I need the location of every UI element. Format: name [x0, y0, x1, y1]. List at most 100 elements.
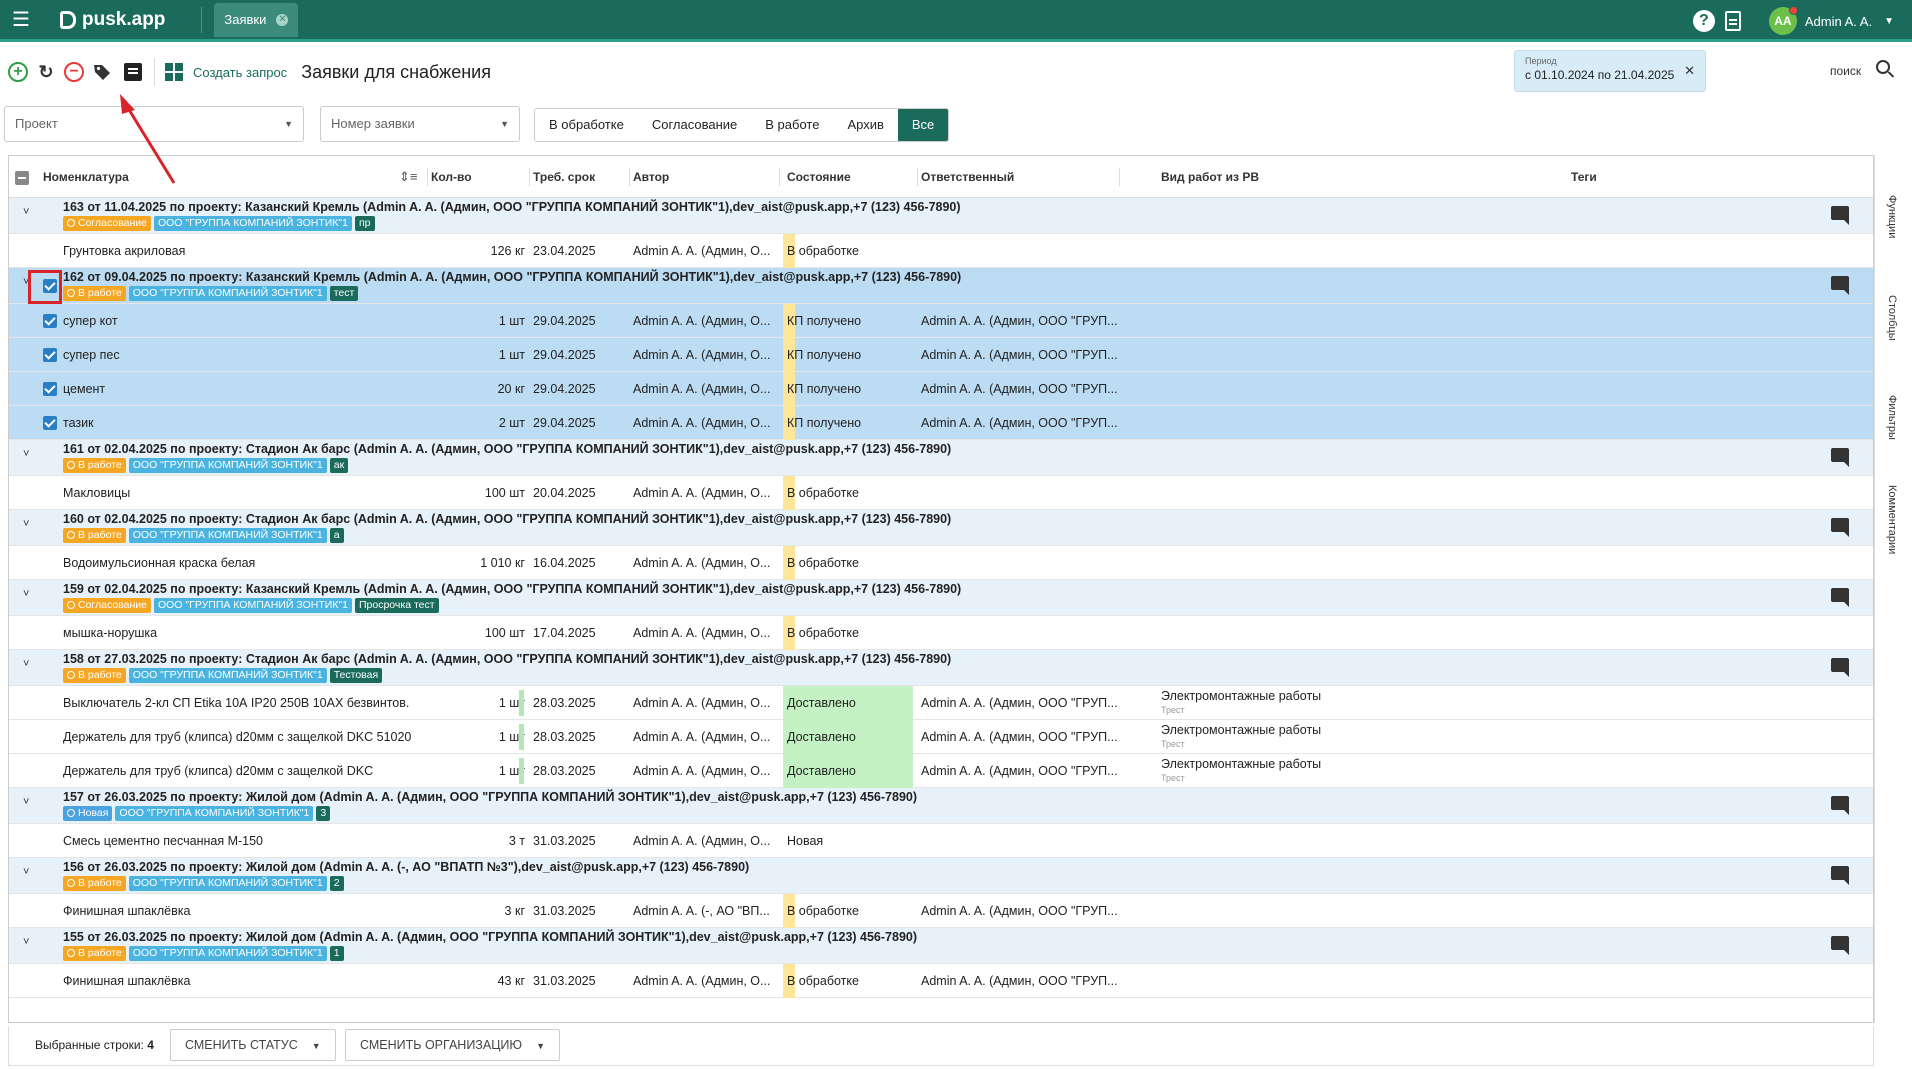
item-state: Доставлено [787, 696, 856, 710]
row-checkbox[interactable] [43, 416, 57, 430]
app-logo[interactable]: pusk.app [60, 9, 165, 31]
comments-icon[interactable] [1831, 276, 1849, 295]
chevron-down-icon[interactable]: ˅ [23, 658, 29, 670]
table-row[interactable]: цемент 20 кг 29.04.2025 Admin A. A. (Админ,… [9, 372, 1873, 406]
row-checkbox[interactable] [43, 382, 57, 396]
create-request-button[interactable]: Создать запрос [193, 65, 287, 80]
menu-icon[interactable]: ☰ [12, 10, 32, 30]
column-separator[interactable] [629, 168, 630, 186]
comments-icon[interactable] [1831, 658, 1849, 677]
table-row[interactable]: Смесь цементно песчанная М-150 3 т 31.03.2… [9, 824, 1873, 858]
chevron-down-icon[interactable]: ˅ [23, 588, 29, 600]
segment-1[interactable]: Согласование [638, 109, 751, 141]
group-row[interactable]: ˅ 162 от 09.04.2025 по проекту: Казанский… [9, 268, 1873, 304]
sort-icon[interactable]: ⇕≡ [399, 156, 417, 198]
change-organization-button[interactable]: СМЕНИТЬ ОРГАНИЗАЦИЮ ▼ [345, 1029, 560, 1061]
table-row[interactable]: тазик 2 шт 29.04.2025 Admin A. A. (Админ, О… [9, 406, 1873, 440]
help-icon[interactable]: ? [1692, 10, 1715, 32]
table-row[interactable]: Макловицы 100 шт 20.04.2025 Admin A. A. (Ад… [9, 476, 1873, 510]
search-icon[interactable] [1876, 60, 1890, 74]
chevron-down-icon[interactable]: ˅ [23, 206, 29, 218]
segment-3[interactable]: Архив [833, 109, 897, 141]
group-row[interactable]: ˅ 157 от 26.03.2025 по проекту: Жилой дом… [9, 788, 1873, 824]
table-row[interactable]: Финишная шпаклёвка 43 кг 31.03.2025 Admin A… [9, 964, 1873, 998]
item-author: Admin A. A. (-, АО "ВП... [633, 904, 770, 918]
row-checkbox[interactable] [43, 314, 57, 328]
chevron-down-icon[interactable]: ˅ [23, 936, 29, 948]
comments-icon[interactable] [1831, 448, 1849, 467]
tab-requests[interactable]: Заявки ✕ [214, 2, 299, 37]
period-chip[interactable]: Период с 01.10.2024 по 21.04.2025 ✕ [1514, 50, 1706, 92]
column-header-tags[interactable]: Теги [1571, 156, 1597, 198]
comments-icon[interactable] [1831, 936, 1849, 955]
project-select[interactable]: Проект ▼ [4, 106, 304, 142]
change-status-button[interactable]: СМЕНИТЬ СТАТУС ▼ [170, 1029, 336, 1061]
refresh-icon[interactable]: ↻ [36, 62, 56, 82]
column-header-responsible[interactable]: Ответственный [921, 156, 1014, 198]
clear-period-icon[interactable]: ✕ [1684, 63, 1695, 79]
table-row[interactable]: Водоимульсионная краска белая 1 010 кг 16.… [9, 546, 1873, 580]
tag-badge: 1 [329, 946, 344, 961]
column-header-qty[interactable]: Кол-во [431, 156, 472, 198]
user-name[interactable]: Admin A. A. [1805, 14, 1872, 29]
status-badge: Согласование [63, 598, 151, 613]
table-row[interactable]: Держатель для труб (клипса) d20мм с заще… [9, 720, 1873, 754]
select-all-checkbox[interactable] [15, 171, 29, 185]
segment-2[interactable]: В работе [751, 109, 833, 141]
column-header-due[interactable]: Треб. срок [533, 156, 595, 198]
add-icon[interactable]: + [8, 62, 28, 82]
column-separator[interactable] [529, 168, 530, 186]
table-row[interactable]: Держатель для труб (клипса) d20мм с заще… [9, 754, 1873, 788]
comments-icon[interactable] [1831, 588, 1849, 607]
chevron-down-icon[interactable]: ▼ [1884, 16, 1894, 27]
table-row[interactable]: мышка-норушка 100 шт 17.04.2025 Admin A. A.… [9, 616, 1873, 650]
segment-0[interactable]: В обработке [535, 109, 638, 141]
table-row[interactable]: Грунтовка акриловая 126 кг 23.04.2025 Admin… [9, 234, 1873, 268]
table-row[interactable]: супер пес 1 шт 29.04.2025 Admin A. A. (Адми… [9, 338, 1873, 372]
segment-4[interactable]: Все [897, 109, 949, 141]
item-quantity: 3 т [508, 834, 525, 848]
group-row[interactable]: ˅ 158 от 27.03.2025 по проекту: Стадион А… [9, 650, 1873, 686]
sidebar-tab-columns[interactable]: Столбцы [1886, 295, 1898, 341]
group-row[interactable]: ˅ 156 от 26.03.2025 по проекту: Жилой дом… [9, 858, 1873, 894]
list-icon[interactable] [124, 63, 142, 81]
grid-add-icon[interactable] [165, 63, 183, 81]
group-row[interactable]: ˅ 161 от 02.04.2025 по проекту: Стадион А… [9, 440, 1873, 476]
table-row[interactable]: Выключатель 2-кл СП Etika 10А IP20 250В … [9, 686, 1873, 720]
table-row[interactable]: Финишная шпаклёвка 3 кг 31.03.2025 Admin A.… [9, 894, 1873, 928]
status-badge-text: В работе [78, 947, 122, 959]
column-header-name[interactable]: Номенклатура [43, 156, 129, 198]
row-checkbox[interactable] [43, 348, 57, 362]
chevron-down-icon[interactable]: ˅ [23, 518, 29, 530]
request-number-select[interactable]: Номер заявки ▼ [320, 106, 520, 142]
comments-icon[interactable] [1831, 518, 1849, 537]
chevron-down-icon[interactable]: ˅ [23, 448, 29, 460]
comments-icon[interactable] [1831, 866, 1849, 885]
sidebar-tab-filters[interactable]: Фильтры [1886, 395, 1898, 440]
avatar[interactable]: AA [1768, 6, 1798, 35]
sidebar-tab-functions[interactable]: Функции [1886, 195, 1898, 238]
group-row[interactable]: ˅ 159 от 02.04.2025 по проекту: Казанский… [9, 580, 1873, 616]
chevron-down-icon[interactable]: ˅ [23, 866, 29, 878]
group-row[interactable]: ˅ 155 от 26.03.2025 по проекту: Жилой дом… [9, 928, 1873, 964]
document-icon[interactable] [1724, 11, 1741, 31]
remove-icon[interactable]: − [64, 62, 84, 82]
group-row[interactable]: ˅ 163 от 11.04.2025 по проекту: Казанский… [9, 198, 1873, 234]
group-row[interactable]: ˅ 160 от 02.04.2025 по проекту: Стадион А… [9, 510, 1873, 546]
tag-icon[interactable] [92, 62, 112, 82]
comments-icon[interactable] [1831, 206, 1849, 225]
column-separator[interactable] [779, 168, 780, 186]
sidebar-tab-comments[interactable]: Комментарии [1886, 485, 1898, 554]
table-row[interactable]: супер кот 1 шт 29.04.2025 Admin A. A. (Адми… [9, 304, 1873, 338]
column-separator[interactable] [1119, 168, 1120, 186]
close-tab-icon[interactable]: ✕ [276, 13, 289, 26]
column-separator[interactable] [917, 168, 918, 186]
column-header-state[interactable]: Состояние [787, 156, 851, 198]
comments-icon[interactable] [1831, 796, 1849, 815]
column-header-author[interactable]: Автор [633, 156, 669, 198]
item-responsible: Admin A. A. (Админ, ООО "ГРУП... [921, 974, 1118, 988]
search-label[interactable]: поиск [1830, 64, 1861, 78]
chevron-down-icon[interactable]: ˅ [23, 796, 29, 808]
column-header-works[interactable]: Вид работ из РВ [1161, 156, 1259, 198]
column-separator[interactable] [427, 168, 428, 186]
